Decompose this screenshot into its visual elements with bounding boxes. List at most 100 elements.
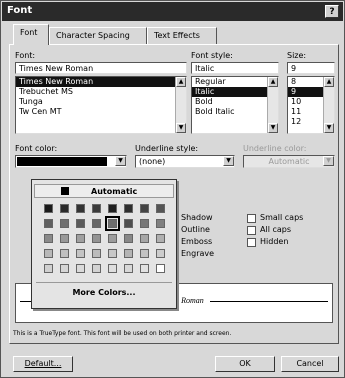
color-swatch[interactable]	[156, 249, 165, 258]
chevron-down-icon[interactable]: ▼	[115, 156, 126, 166]
effect-label: Small caps	[260, 213, 304, 222]
size-list-scrollbar[interactable]: ▲ ▼	[323, 77, 334, 133]
color-swatch[interactable]	[124, 264, 133, 273]
list-item[interactable]: Italic	[192, 87, 278, 97]
tab-text-effects[interactable]: Text Effects	[147, 27, 217, 44]
font-color-combo[interactable]: ▼	[15, 155, 127, 168]
chevron-down-icon[interactable]: ▼	[223, 156, 234, 166]
tab-font[interactable]: Font	[13, 24, 49, 45]
color-swatch[interactable]	[140, 249, 149, 258]
color-swatch[interactable]	[156, 204, 165, 213]
list-item[interactable]: Regular	[192, 77, 278, 87]
color-swatch[interactable]	[156, 219, 165, 228]
scroll-down-icon[interactable]: ▼	[176, 123, 186, 133]
underline-style-combo[interactable]: (none) ▼	[135, 155, 235, 168]
color-swatch[interactable]	[92, 249, 101, 258]
list-item[interactable]: Tunga	[16, 97, 186, 107]
color-swatch[interactable]	[108, 204, 117, 213]
color-swatch[interactable]	[60, 204, 69, 213]
effect-hidden-checkbox[interactable]	[247, 238, 256, 247]
scroll-up-icon[interactable]: ▲	[176, 77, 186, 87]
default-button[interactable]: Default...	[13, 356, 73, 372]
effect-small-caps-checkbox[interactable]	[247, 214, 256, 223]
color-swatch[interactable]	[44, 264, 53, 273]
truetype-note: This is a TrueType font. This font will …	[13, 330, 232, 337]
window-title: Font	[7, 5, 33, 16]
underline-style-label: Underline style:	[135, 144, 199, 153]
color-swatch[interactable]	[140, 204, 149, 213]
font-name-list[interactable]: Times New Roman Trebuchet MS Tunga Tw Cen M…	[15, 76, 187, 134]
color-swatch[interactable]	[108, 234, 117, 243]
tab-character-spacing[interactable]: Character Spacing	[49, 27, 147, 44]
list-item[interactable]: Times New Roman	[16, 77, 186, 87]
effect-engrave-checkbox[interactable]: Engrave	[181, 249, 214, 258]
cancel-button-label: Cancel	[296, 359, 324, 368]
cancel-button[interactable]: Cancel	[281, 356, 339, 372]
font-label: Font:	[15, 51, 36, 60]
color-swatch[interactable]	[60, 234, 69, 243]
color-swatch[interactable]	[140, 219, 149, 228]
color-swatch[interactable]	[60, 249, 69, 258]
list-item[interactable]: Bold	[192, 97, 278, 107]
color-swatch[interactable]	[156, 264, 165, 273]
color-swatch[interactable]	[105, 216, 120, 231]
scroll-down-icon[interactable]: ▼	[268, 123, 278, 133]
color-swatch[interactable]	[44, 249, 53, 258]
style-list-scrollbar[interactable]: ▲ ▼	[267, 77, 278, 133]
scroll-up-icon[interactable]: ▲	[324, 77, 334, 87]
color-swatch[interactable]	[44, 234, 53, 243]
color-swatch[interactable]	[92, 204, 101, 213]
font-style-list[interactable]: Regular Italic Bold Bold Italic ▲ ▼	[191, 76, 279, 134]
title-bar: Font ?	[2, 2, 343, 21]
automatic-color-option[interactable]: Automatic	[34, 184, 174, 198]
color-swatch[interactable]	[108, 264, 117, 273]
color-swatch[interactable]	[44, 219, 53, 228]
list-item[interactable]: Trebuchet MS	[16, 87, 186, 97]
color-swatch[interactable]	[76, 234, 85, 243]
color-swatch[interactable]	[124, 204, 133, 213]
color-swatch[interactable]	[76, 249, 85, 258]
size-label: Size:	[287, 51, 307, 60]
font-list-scrollbar[interactable]: ▲ ▼	[175, 77, 186, 133]
font-style-input[interactable]: Italic	[191, 62, 279, 74]
color-swatch[interactable]	[124, 219, 133, 228]
color-swatch[interactable]	[92, 264, 101, 273]
size-list[interactable]: 8 9 10 11 12 ▲ ▼	[287, 76, 335, 134]
color-swatch[interactable]	[44, 204, 53, 213]
effect-all-caps-checkbox[interactable]	[247, 226, 256, 235]
color-swatch[interactable]	[60, 219, 69, 228]
font-dialog: Font ? Font Character Spacing Text Effec…	[0, 0, 345, 378]
color-swatch[interactable]	[124, 234, 133, 243]
underline-color-combo: Automatic ▼	[243, 155, 335, 168]
color-swatch[interactable]	[140, 264, 149, 273]
scroll-up-icon[interactable]: ▲	[268, 77, 278, 87]
color-swatch[interactable]	[108, 249, 117, 258]
font-style-items: Regular Italic Bold Bold Italic	[192, 77, 278, 117]
font-name-input[interactable]: Times New Roman	[15, 62, 187, 74]
color-swatch[interactable]	[92, 234, 101, 243]
color-swatch-preview	[17, 157, 107, 166]
color-swatch[interactable]	[60, 264, 69, 273]
ok-button[interactable]: OK	[215, 356, 275, 372]
font-name-items: Times New Roman Trebuchet MS Tunga Tw Cen M…	[16, 77, 186, 117]
color-swatch[interactable]	[124, 249, 133, 258]
effect-emboss-checkbox[interactable]: Emboss	[181, 237, 212, 246]
effect-shadow-checkbox[interactable]: Shadow	[181, 213, 213, 222]
tab-text-effects-label: Text Effects	[154, 31, 200, 40]
color-swatch[interactable]	[156, 234, 165, 243]
list-item[interactable]: Bold Italic	[192, 107, 278, 117]
list-item[interactable]: Tw Cen MT	[16, 107, 186, 117]
effect-outline-checkbox[interactable]: Outline	[181, 225, 210, 234]
color-swatch[interactable]	[76, 219, 85, 228]
color-swatch[interactable]	[76, 204, 85, 213]
color-swatch[interactable]	[92, 219, 101, 228]
more-colors-button[interactable]: More Colors...	[32, 288, 176, 297]
color-swatch[interactable]	[140, 234, 149, 243]
scroll-down-icon[interactable]: ▼	[324, 123, 334, 133]
color-swatch[interactable]	[76, 264, 85, 273]
size-input[interactable]: 9	[287, 62, 335, 74]
effect-label: All caps	[260, 225, 292, 234]
font-style-label: Font style:	[191, 51, 233, 60]
help-button[interactable]: ?	[325, 5, 339, 18]
underline-color-value: Automatic	[268, 157, 310, 166]
